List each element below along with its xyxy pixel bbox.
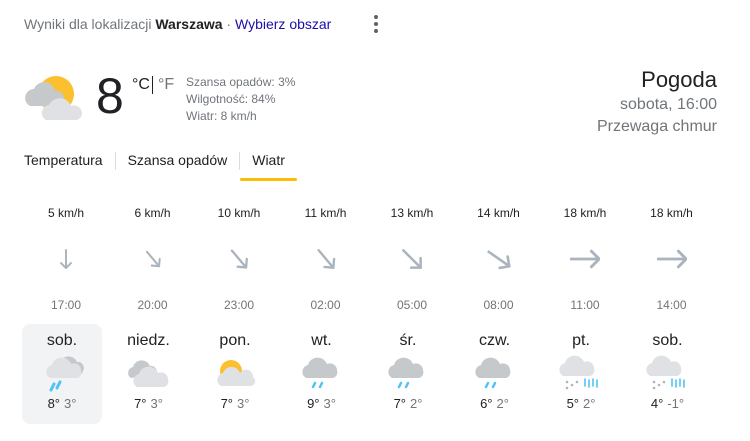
day-card[interactable]: wt. 9° 3° [282, 324, 362, 424]
wind-speed-label: 18 km/h [650, 206, 693, 220]
day-card[interactable]: sob. 8° 3° [22, 324, 102, 424]
day-low-temp: 3° [323, 396, 336, 411]
hour-label: 05:00 [396, 298, 428, 312]
hour-label: 23:00 [223, 298, 255, 312]
day-temperatures: 5° 2° [541, 396, 621, 411]
forecast-tabs: Temperatura Szansa opadów Wiatr [24, 150, 297, 181]
humidity: Wilgotność: 84% [186, 92, 276, 106]
partly-cloudy-icon [25, 76, 83, 120]
day-high-temp: 9° [307, 396, 320, 411]
day-card[interactable]: śr. 7° 2° [368, 324, 448, 424]
precipitation-chance: Szansa opadów: 3% [186, 75, 296, 89]
hour-label: 17:00 [50, 298, 82, 312]
wind-speed-label: 10 km/h [217, 206, 261, 220]
wind-speed-label: 18 km/h [563, 206, 607, 220]
wind-speed-label: 13 km/h [390, 206, 434, 220]
day-low-temp: 2° [583, 396, 596, 411]
day-high-temp: 5° [566, 396, 579, 411]
day-high-temp: 7° [134, 396, 147, 411]
day-low-temp: 2° [410, 396, 423, 411]
day-card[interactable]: pt. 5° 2° [541, 324, 621, 424]
day-card[interactable]: sob. 4° -1° [628, 324, 708, 424]
day-low-temp: 3° [150, 396, 163, 411]
tab-temperature[interactable]: Temperatura [24, 150, 115, 176]
day-low-temp: -1° [667, 396, 685, 411]
location-separator: · [222, 16, 235, 32]
day-card[interactable]: pon. 7° 3° [195, 324, 275, 424]
day-temperatures: 7° 3° [109, 396, 189, 411]
more-options-icon[interactable] [367, 13, 385, 35]
wind-speed-label: 14 km/h [477, 206, 520, 220]
day-name: śr. [399, 332, 417, 349]
wind-direction-arrow-icon [656, 249, 687, 269]
day-temperatures: 6° 2° [455, 396, 535, 411]
weather-datetime: sobota, 16:00 [620, 96, 717, 113]
wind-direction-arrow-icon [570, 249, 600, 269]
rain-snow-icon [559, 355, 598, 390]
partly-cloudy-icon [217, 360, 256, 386]
wind-direction-arrow-icon [230, 249, 248, 269]
current-temperature: 8 [96, 68, 124, 124]
wind-direction-arrow-icon [486, 250, 511, 270]
tab-precipitation[interactable]: Szansa opadów [116, 150, 240, 176]
day-low-temp: 2° [496, 396, 509, 411]
day-name: sob. [46, 332, 78, 349]
day-name: pon. [219, 332, 251, 349]
day-name: pt. [572, 332, 590, 349]
day-high-temp: 7° [393, 396, 406, 411]
day-high-temp: 7° [220, 396, 233, 411]
wind-speed-label: 5 km/h [47, 206, 84, 220]
day-temperatures: 7° 2° [368, 396, 448, 411]
rain-icon [388, 357, 424, 389]
wind-direction-arrow-icon [402, 249, 422, 269]
hour-label: 20:00 [137, 298, 168, 312]
hour-label: 02:00 [310, 298, 341, 312]
day-temperatures: 7° 3° [195, 396, 275, 411]
weather-title: Pogoda [641, 67, 717, 92]
day-name: niedz. [127, 332, 170, 349]
day-temperatures: 8° 3° [22, 396, 102, 411]
day-low-temp: 3° [64, 396, 77, 411]
location-city: Warszawa [155, 16, 223, 32]
day-name: wt. [311, 332, 332, 349]
day-name: czw. [478, 332, 511, 349]
hour-label: 08:00 [483, 298, 514, 312]
showers-cloud-icon [46, 356, 84, 392]
hour-label: 11:00 [570, 298, 600, 312]
rain-icon [301, 357, 337, 389]
wind-direction-arrow-icon [60, 249, 72, 269]
day-high-temp: 6° [480, 396, 493, 411]
tab-wind[interactable]: Wiatr [240, 150, 297, 181]
unit-fahrenheit-toggle[interactable]: °F [158, 76, 174, 94]
unit-divider [152, 76, 153, 94]
unit-celsius-toggle[interactable]: °C [132, 76, 150, 94]
wind-speed-label: 11 km/h [304, 206, 347, 220]
day-temperatures: 9° 3° [282, 396, 362, 411]
day-high-temp: 4° [650, 396, 664, 411]
location-prefix: Wyniki dla lokalizacji [24, 16, 156, 32]
hour-label: 14:00 [656, 298, 687, 312]
current-details: Szansa opadów: 3% Wilgotność: 84% Wiatr:… [186, 74, 295, 125]
rain-icon [474, 357, 510, 389]
day-card[interactable]: niedz. 7° 3° [109, 324, 189, 424]
location-line: Wyniki dla lokalizacji Warszawa · Wybier… [24, 16, 331, 32]
wind-direction-arrow-icon [316, 249, 335, 269]
choose-area-link[interactable]: Wybierz obszar [235, 16, 331, 32]
rain-snow-icon [645, 355, 685, 390]
wind-speed-label: 6 km/h [134, 206, 171, 220]
wind-direction-arrow-icon [145, 250, 161, 268]
day-high-temp: 8° [47, 396, 60, 411]
wind-speed-current: Wiatr: 8 km/h [186, 109, 257, 123]
day-temperatures: 4° -1° [628, 396, 708, 411]
day-name: sob. [652, 332, 683, 349]
cloudy-icon [127, 360, 168, 387]
weather-condition: Przewaga chmur [596, 118, 717, 135]
day-card[interactable]: czw. 6° 2° [455, 324, 535, 424]
day-low-temp: 3° [237, 396, 250, 411]
